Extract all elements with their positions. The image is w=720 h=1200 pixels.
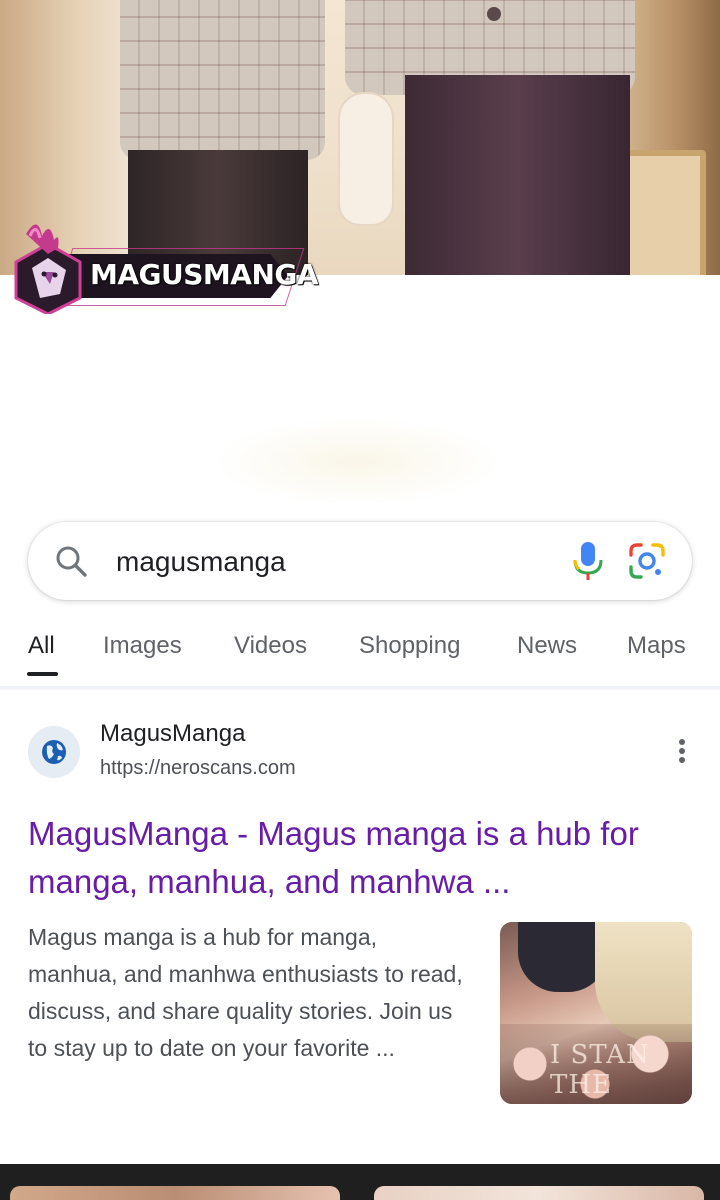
logo-text: MAGUSMANGA: [90, 258, 319, 291]
faint-background-shape: [212, 418, 502, 506]
tab-news[interactable]: News: [517, 632, 577, 660]
google-lens-icon[interactable]: [628, 542, 666, 580]
result-title-link[interactable]: MagusManga - Magus manga is a hub for ma…: [28, 810, 678, 906]
tab-images[interactable]: Images: [103, 632, 182, 660]
search-bar[interactable]: magusmanga: [28, 522, 692, 600]
magusmanga-logo: MAGUSMANGA: [8, 214, 319, 314]
thumbnail-caption: I STAN THE: [550, 1040, 650, 1100]
tab-maps[interactable]: Maps: [627, 632, 686, 660]
site-favicon[interactable]: [28, 726, 80, 778]
image-card[interactable]: [10, 1186, 340, 1200]
microphone-icon[interactable]: [570, 540, 606, 582]
tab-all[interactable]: All: [28, 632, 55, 660]
more-options-icon[interactable]: [670, 736, 694, 768]
active-tab-indicator: [27, 672, 58, 676]
search-tabs: All Images Videos Shopping News Maps: [0, 626, 720, 686]
search-input[interactable]: magusmanga: [116, 546, 286, 578]
search-icon: [56, 546, 87, 577]
fox-emblem-icon: [14, 224, 82, 314]
tab-videos[interactable]: Videos: [234, 632, 307, 660]
result-url[interactable]: https://neroscans.com: [100, 757, 296, 780]
result-site-name[interactable]: MagusManga: [100, 720, 245, 748]
globe-icon: [42, 740, 66, 764]
image-card[interactable]: [374, 1186, 704, 1200]
tab-shopping[interactable]: Shopping: [359, 632, 460, 660]
result-thumbnail[interactable]: I STAN THE: [500, 922, 692, 1104]
tabs-divider: [0, 686, 720, 690]
result-snippet: Magus manga is a hub for manga, manhua, …: [28, 924, 463, 1061]
